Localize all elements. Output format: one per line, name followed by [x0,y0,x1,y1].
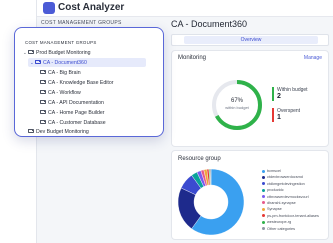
page-title: CA - Document360 [171,19,248,29]
tree-item-label: Prod Budget Monitoring [36,50,91,56]
legend-label: ctdevbrowserdocsmd [267,175,303,180]
tree-item-label: CA - Knowledge Base Editor [48,80,114,86]
within-budget-label: Within budget [277,87,308,93]
legend-swatch [262,214,265,218]
folder-icon [40,79,46,85]
manage-link[interactable]: Manage [304,55,322,61]
resource-group-label: Resource group [178,156,221,162]
legend-swatch [262,207,265,211]
tree-item-ca-customer-database[interactable]: CA - Customer Database [40,119,106,128]
legend-swatch [262,195,265,199]
tree-item-label: Dev Budget Monitoring [36,129,89,135]
tree-item-label: CA - Home Page Builder [48,110,105,116]
tree-item-prod-budget-monitoring[interactable]: ⌄ Prod Budget Monitoring [23,48,91,57]
legend-label: ctdkmgmtdevingestion [267,181,305,186]
legend-swatch [262,182,265,186]
tree-item-ca-document360[interactable]: ⌄ CA - Document360 [28,58,146,67]
legend-item[interactable]: dhanshl-synapse [262,200,328,206]
legend-item[interactable]: ctdevbrowserdocsmd [262,174,328,180]
legend-swatch [262,175,265,179]
gauge-caption: within budget [225,105,249,110]
legend-item[interactable]: productdc [262,187,328,193]
tree-item-ca-big-brain[interactable]: CA - Big Brain [40,69,81,78]
panel-heading: COST MANAGEMENT GROUPS [25,40,97,45]
legend-label: bcmscel [267,169,281,173]
groups-panel: COST MANAGEMENT GROUPS ⌄ Prod Budget Moni… [14,27,164,137]
legend-item[interactable]: Synapse [262,206,328,212]
monitoring-label: Monitoring [178,55,207,61]
folder-icon [28,49,34,55]
tree-item-label: CA - API Documentation [48,100,104,106]
resource-group-donut [177,168,245,236]
legend-label: productdc [267,188,284,193]
folder-icon [40,69,46,75]
folder-icon [40,89,46,95]
legend-item[interactable]: westeurope-rg [262,219,328,225]
gauge-percent: 67% [230,98,243,104]
tree-item-ca-api-documentation[interactable]: CA - API Documentation [40,99,104,108]
legend-label: Other categories [267,226,296,231]
overspent-bar [272,108,274,122]
app-title: Cost Analyzer [58,2,125,13]
legend-swatch [262,227,265,231]
tree-item-label: CA - Document360 [43,60,87,66]
tree-item-ca-knowledge-base-editor[interactable]: CA - Knowledge Base Editor [40,79,113,88]
resource-group-legend: bcmscel ctdevbrowserdocsmd ctdkmgmtdevinge… [262,168,328,232]
legend-label: dhanshl-synapse [267,200,296,205]
tree-item-dev-budget-monitoring[interactable]: Dev Budget Monitoring [28,128,89,137]
tree-item-ca-home-page-builder[interactable]: CA - Home Page Builder [40,109,105,118]
legend-item[interactable]: bcmscel [262,168,328,174]
legend-item[interactable]: Other categories [262,226,328,232]
tab-bar: Overview [171,34,329,46]
app-header: Cost Analyzer [37,0,333,17]
folder-icon [40,109,46,115]
resource-group-card: Resource group bcmscel ctdevbrowserdocsmd… [171,150,329,240]
within-budget-bar [272,87,274,101]
tree-item-label: CA - Workflow [48,90,81,96]
legend-item[interactable]: ps-pm-frontdoor-tenant-aliases [262,213,328,219]
app-logo-icon [43,2,55,14]
legend-label: Synapse [267,207,282,212]
legend-item[interactable]: ctdkmgmtdevingestion [262,181,328,187]
legend-swatch [262,169,265,173]
legend-label: westeurope-rg [267,220,292,225]
tree-item-label: CA - Big Brain [48,70,81,76]
folder-icon [40,119,46,125]
folder-icon [40,99,46,105]
folder-icon [28,128,34,134]
tree-item-label: CA - Customer Database [48,120,106,126]
legend-swatch [262,188,265,192]
legend-label: ps-pm-frontdoor-tenant-aliases [267,213,319,218]
legend-swatch [262,201,265,205]
tree-item-ca-workflow[interactable]: CA - Workflow [40,89,81,98]
folder-icon [35,59,41,65]
groups-heading: COST MANAGEMENT GROUPS [41,20,122,26]
tab-overview[interactable]: Overview [184,36,318,44]
legend-swatch [262,220,265,224]
monitoring-card: Monitoring Manage 67% within budget With… [171,50,329,147]
legend-label: ctbrowserdevmocksvcurl [267,194,309,199]
legend-item[interactable]: ctbrowserdevmocksvcurl [262,194,328,200]
within-budget-value: 2 [277,93,281,100]
overspent-value: 1 [277,114,281,121]
